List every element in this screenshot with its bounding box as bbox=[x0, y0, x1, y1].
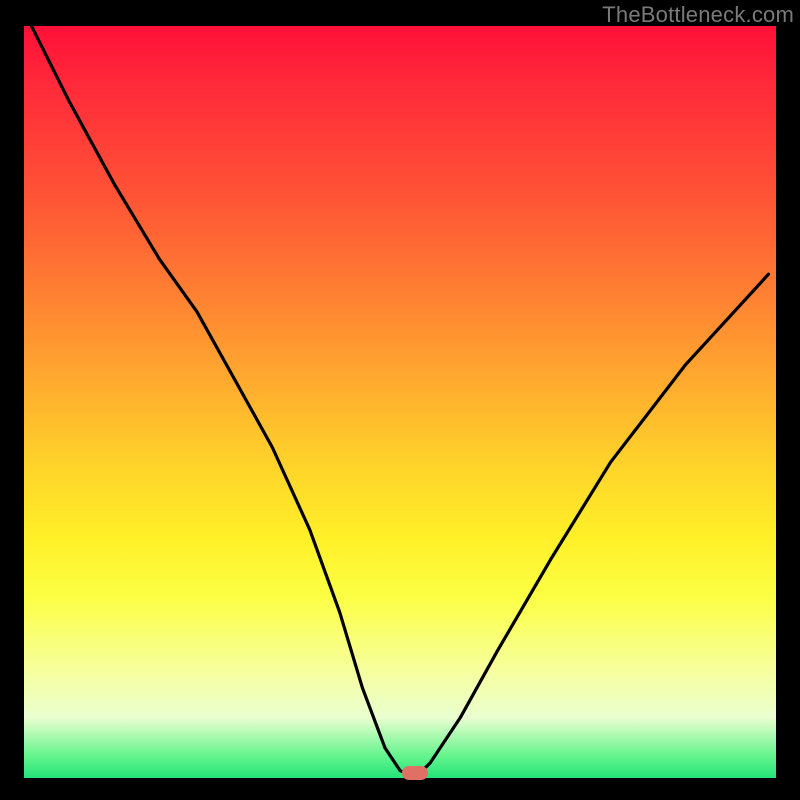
curve-minimum-marker bbox=[402, 766, 428, 780]
chart-plot-area bbox=[24, 26, 776, 778]
attribution-label: TheBottleneck.com bbox=[602, 2, 794, 28]
chart-frame: TheBottleneck.com bbox=[0, 0, 800, 800]
bottleneck-curve bbox=[24, 26, 776, 778]
